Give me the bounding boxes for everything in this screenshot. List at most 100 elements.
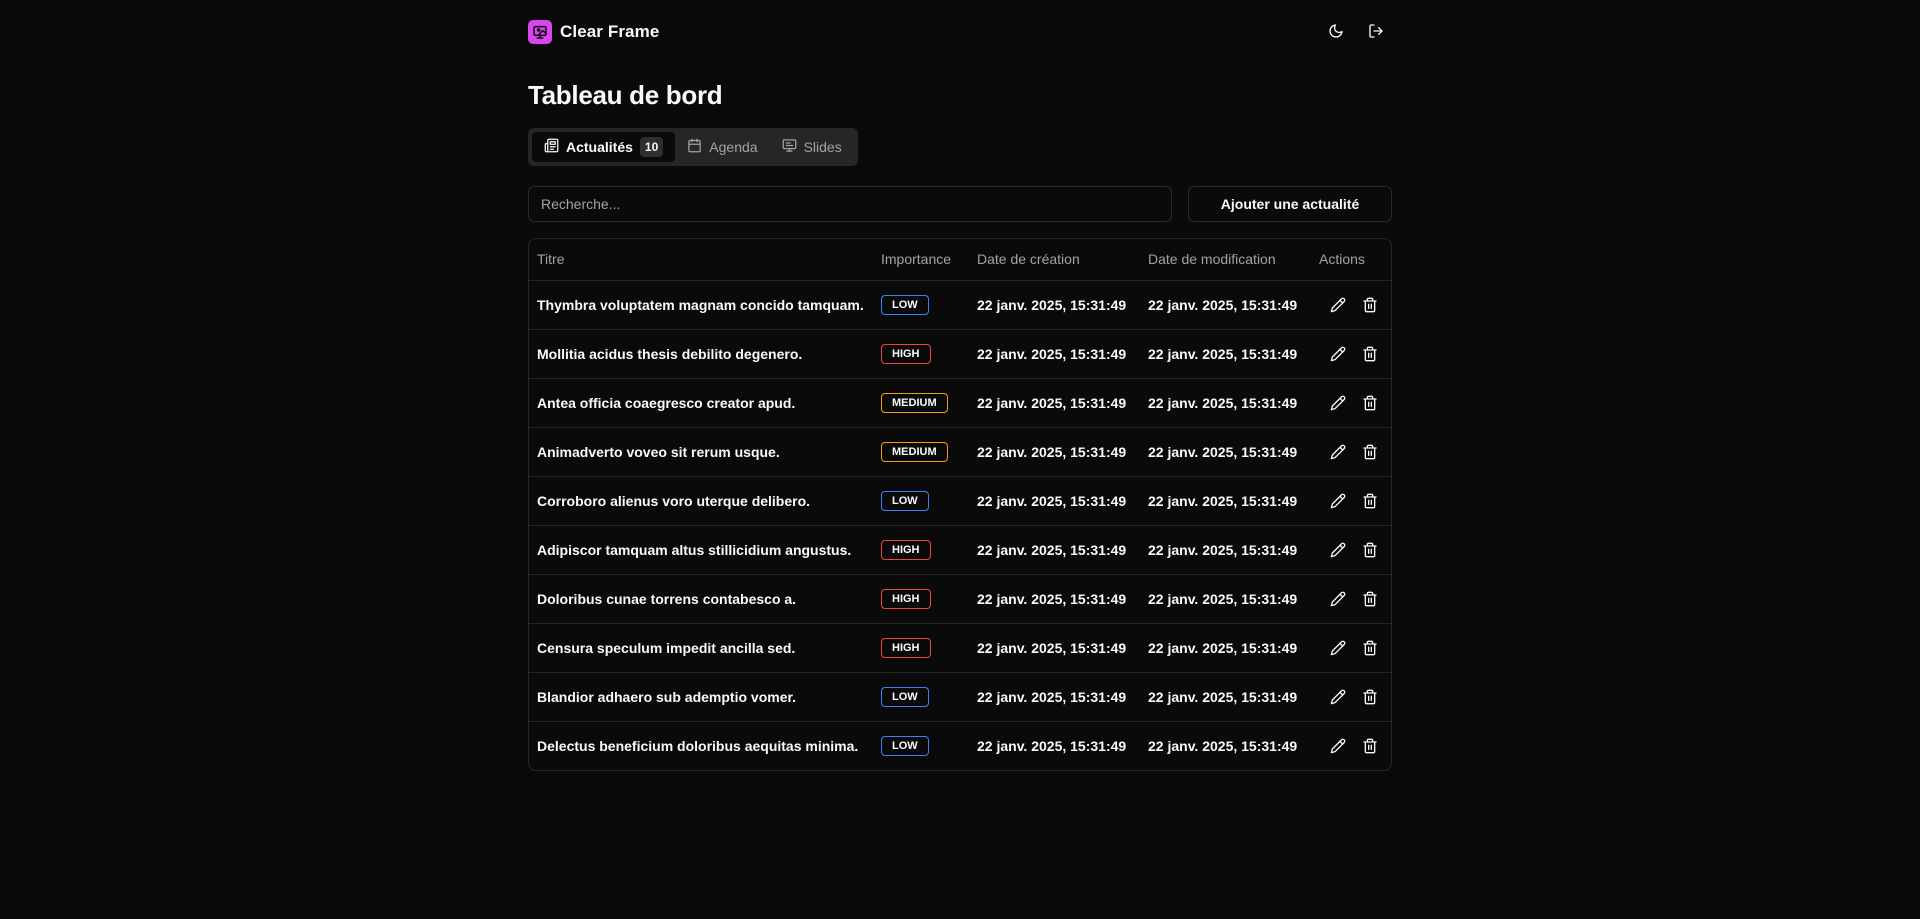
trash-icon[interactable] [1361, 492, 1379, 510]
modified-date: 22 janv. 2025, 15:31:49 [1140, 329, 1311, 379]
table-row[interactable]: Blandior adhaero sub ademptio vomer. LOW 2… [529, 672, 1391, 722]
actions-cell [1311, 378, 1391, 428]
edit-icon[interactable] [1329, 394, 1347, 412]
edit-icon[interactable] [1329, 492, 1347, 510]
actions-cell [1311, 280, 1391, 330]
importance-badge: LOW [881, 735, 929, 756]
column-header-title[interactable]: Titre [529, 239, 873, 281]
tab-list: Actualités 10 Agenda Slides [528, 128, 858, 166]
created-date: 22 janv. 2025, 15:31:49 [969, 476, 1140, 526]
app-logo-icon [528, 20, 552, 44]
top-bar: Clear Frame [528, 20, 1392, 44]
importance-cell: LOW [873, 672, 969, 722]
created-date: 22 janv. 2025, 15:31:49 [969, 378, 1140, 428]
table-row[interactable]: Animadverto voveo sit rerum usque. MEDIUM… [529, 427, 1391, 477]
table-row[interactable]: Mollitia acidus thesis debilito degenero… [529, 329, 1391, 379]
tab-label: Agenda [709, 139, 758, 155]
logout-icon [1368, 23, 1384, 42]
news-title: Adipiscor tamquam altus stillicidium ang… [529, 525, 873, 575]
edit-icon[interactable] [1329, 688, 1347, 706]
actions-cell [1311, 427, 1391, 477]
table-row[interactable]: Adipiscor tamquam altus stillicidium ang… [529, 525, 1391, 575]
theme-toggle-button[interactable] [1320, 20, 1352, 44]
trash-icon[interactable] [1361, 639, 1379, 657]
actions-cell [1311, 672, 1391, 722]
logout-button[interactable] [1360, 20, 1392, 44]
actions-cell [1311, 329, 1391, 379]
tab-actualites[interactable]: Actualités 10 [532, 132, 676, 162]
importance-cell: HIGH [873, 329, 969, 379]
table-row[interactable]: Thymbra voluptatem magnam concido tamqua… [529, 280, 1391, 330]
modified-date: 22 janv. 2025, 15:31:49 [1140, 672, 1311, 722]
trash-icon[interactable] [1361, 541, 1379, 559]
calendar-icon [687, 138, 702, 156]
column-header-created[interactable]: Date de création [969, 239, 1140, 281]
trash-icon[interactable] [1361, 345, 1379, 363]
importance-badge: LOW [881, 294, 929, 315]
table-row[interactable]: Censura speculum impedit ancilla sed. HIG… [529, 623, 1391, 673]
created-date: 22 janv. 2025, 15:31:49 [969, 672, 1140, 722]
actions-cell [1311, 623, 1391, 673]
created-date: 22 janv. 2025, 15:31:49 [969, 574, 1140, 624]
importance-cell: HIGH [873, 574, 969, 624]
trash-icon[interactable] [1361, 737, 1379, 755]
column-header-modified[interactable]: Date de modification [1140, 239, 1311, 281]
importance-badge: LOW [881, 490, 929, 511]
tab-slides[interactable]: Slides [770, 132, 854, 162]
trash-icon[interactable] [1361, 590, 1379, 608]
modified-date: 22 janv. 2025, 15:31:49 [1140, 476, 1311, 526]
importance-cell: MEDIUM [873, 378, 969, 428]
importance-badge: LOW [881, 686, 929, 707]
tab-label: Actualités [566, 139, 633, 155]
column-header-actions: Actions [1311, 239, 1391, 281]
brand[interactable]: Clear Frame [528, 20, 659, 44]
search-input[interactable] [528, 186, 1172, 222]
actions-cell [1311, 525, 1391, 575]
table-row[interactable]: Doloribus cunae torrens contabesco a. HIG… [529, 574, 1391, 624]
edit-icon[interactable] [1329, 296, 1347, 314]
edit-icon[interactable] [1329, 345, 1347, 363]
actions-cell [1311, 721, 1391, 770]
importance-cell: LOW [873, 721, 969, 770]
table-row[interactable]: Corroboro alienus voro uterque delibero.… [529, 476, 1391, 526]
table-body: Thymbra voluptatem magnam concido tamqua… [529, 280, 1391, 770]
table-row[interactable]: Delectus beneficium doloribus aequitas m… [529, 721, 1391, 770]
trash-icon[interactable] [1361, 443, 1379, 461]
news-title: Thymbra voluptatem magnam concido tamqua… [529, 280, 873, 330]
header-actions [1320, 20, 1392, 44]
trash-icon[interactable] [1361, 688, 1379, 706]
importance-cell: HIGH [873, 525, 969, 575]
actions-cell [1311, 574, 1391, 624]
trash-icon[interactable] [1361, 394, 1379, 412]
trash-icon[interactable] [1361, 296, 1379, 314]
news-table: Titre Importance Date de création Date d… [528, 238, 1392, 771]
news-title: Animadverto voveo sit rerum usque. [529, 427, 873, 477]
created-date: 22 janv. 2025, 15:31:49 [969, 329, 1140, 379]
tab-agenda[interactable]: Agenda [675, 132, 769, 162]
edit-icon[interactable] [1329, 541, 1347, 559]
importance-badge: HIGH [881, 588, 931, 609]
importance-cell: LOW [873, 280, 969, 330]
column-header-importance[interactable]: Importance [873, 239, 969, 281]
edit-icon[interactable] [1329, 443, 1347, 461]
edit-icon[interactable] [1329, 737, 1347, 755]
presentation-icon [782, 138, 797, 156]
created-date: 22 janv. 2025, 15:31:49 [969, 525, 1140, 575]
edit-icon[interactable] [1329, 639, 1347, 657]
news-title: Corroboro alienus voro uterque delibero. [529, 476, 873, 526]
modified-date: 22 janv. 2025, 15:31:49 [1140, 623, 1311, 673]
news-title: Blandior adhaero sub ademptio vomer. [529, 672, 873, 722]
add-news-button[interactable]: Ajouter une actualité [1188, 186, 1392, 222]
importance-cell: HIGH [873, 623, 969, 673]
news-icon [544, 138, 559, 156]
app-name: Clear Frame [560, 22, 660, 41]
table-row[interactable]: Antea officia coaegresco creator apud. ME… [529, 378, 1391, 428]
edit-icon[interactable] [1329, 590, 1347, 608]
page-title: Tableau de bord [528, 80, 723, 110]
table-header-row: Titre Importance Date de création Date d… [529, 239, 1391, 281]
created-date: 22 janv. 2025, 15:31:49 [969, 280, 1140, 330]
importance-badge: MEDIUM [881, 392, 948, 413]
news-title: Antea officia coaegresco creator apud. [529, 378, 873, 428]
importance-cell: MEDIUM [873, 427, 969, 477]
modified-date: 22 janv. 2025, 15:31:49 [1140, 280, 1311, 330]
